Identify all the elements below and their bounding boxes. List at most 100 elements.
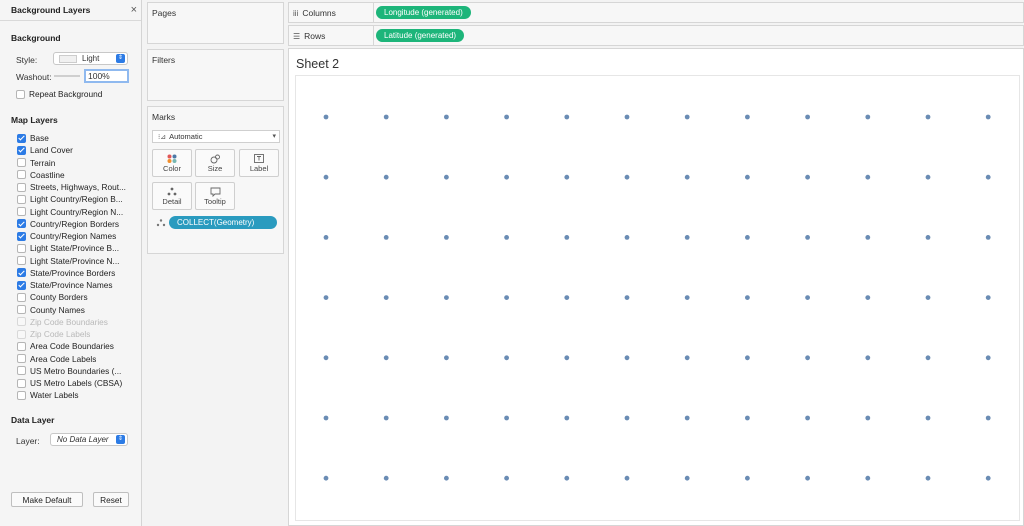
- map-point[interactable]: [564, 295, 570, 300]
- map-point[interactable]: [684, 475, 690, 481]
- map-point[interactable]: [985, 355, 991, 361]
- map-point[interactable]: [805, 415, 810, 421]
- map-point[interactable]: [745, 475, 750, 481]
- map-layer-checkbox[interactable]: Area Code Labels: [17, 353, 139, 365]
- map-point[interactable]: [564, 415, 570, 421]
- map-point[interactable]: [564, 475, 570, 481]
- map-point[interactable]: [684, 114, 690, 120]
- map-point[interactable]: [624, 295, 630, 300]
- longitude-pill[interactable]: Longitude (generated): [376, 6, 471, 19]
- map-layer-checkbox[interactable]: Terrain: [17, 157, 139, 169]
- map-point[interactable]: [383, 295, 389, 300]
- map-point[interactable]: [323, 415, 329, 421]
- map-layer-checkbox[interactable]: County Names: [17, 304, 139, 316]
- mark-type-dropdown[interactable]: ⁝⊿ Automatic ▾: [152, 130, 280, 143]
- collect-geometry-pill[interactable]: COLLECT(Geometry): [169, 216, 277, 229]
- map-point[interactable]: [805, 295, 810, 300]
- map-layer-checkbox[interactable]: State/Province Names: [17, 279, 139, 291]
- rows-shelf[interactable]: ☰ Rows Latitude (generated): [288, 25, 1024, 46]
- map-layer-checkbox[interactable]: Light Country/Region B...: [17, 193, 139, 205]
- map-layer-checkbox[interactable]: County Borders: [17, 291, 139, 303]
- map-point[interactable]: [745, 235, 750, 240]
- map-point[interactable]: [925, 415, 931, 421]
- map-point[interactable]: [805, 355, 810, 361]
- map-point[interactable]: [985, 114, 991, 120]
- map-point[interactable]: [444, 415, 449, 421]
- map-point[interactable]: [624, 415, 630, 421]
- repeat-background-checkbox[interactable]: Repeat Background: [16, 88, 138, 100]
- map-layer-checkbox[interactable]: Base: [17, 132, 139, 144]
- map-point[interactable]: [624, 174, 630, 180]
- map-point[interactable]: [624, 475, 630, 481]
- map-point[interactable]: [624, 355, 630, 361]
- map-point[interactable]: [323, 114, 329, 120]
- map-point[interactable]: [745, 174, 750, 180]
- close-icon[interactable]: ×: [131, 4, 137, 16]
- map-point[interactable]: [805, 114, 810, 120]
- map-point[interactable]: [805, 174, 810, 180]
- map-point[interactable]: [564, 114, 570, 120]
- map-point[interactable]: [925, 114, 931, 120]
- tooltip-tile[interactable]: Tooltip: [195, 182, 235, 210]
- map-point[interactable]: [985, 415, 991, 421]
- map-point[interactable]: [323, 295, 329, 300]
- map-point[interactable]: [985, 295, 991, 300]
- map-point[interactable]: [323, 475, 329, 481]
- map-point[interactable]: [805, 235, 810, 240]
- map-point[interactable]: [383, 355, 389, 361]
- map-point[interactable]: [504, 114, 509, 120]
- map-layer-checkbox[interactable]: Coastline: [17, 169, 139, 181]
- pages-card[interactable]: Pages: [147, 2, 284, 44]
- map-point[interactable]: [684, 415, 690, 421]
- map-layer-checkbox[interactable]: Light State/Province B...: [17, 242, 139, 254]
- map-point[interactable]: [745, 295, 750, 300]
- map-point[interactable]: [383, 174, 389, 180]
- map-point[interactable]: [745, 415, 750, 421]
- map-point[interactable]: [564, 355, 570, 361]
- map-point[interactable]: [504, 355, 509, 361]
- map-point[interactable]: [745, 114, 750, 120]
- map-layer-checkbox[interactable]: Light State/Province N...: [17, 255, 139, 267]
- map-view[interactable]: [295, 75, 1020, 521]
- washout-slider[interactable]: [54, 75, 80, 77]
- reset-button[interactable]: Reset: [93, 492, 129, 507]
- map-point[interactable]: [444, 475, 449, 481]
- map-point[interactable]: [745, 355, 750, 361]
- map-point[interactable]: [323, 235, 329, 240]
- map-point[interactable]: [624, 114, 630, 120]
- map-point[interactable]: [865, 475, 871, 481]
- filters-card[interactable]: Filters: [147, 49, 284, 101]
- map-point[interactable]: [383, 114, 389, 120]
- columns-shelf[interactable]: iii Columns Longitude (generated): [288, 2, 1024, 23]
- map-layer-checkbox[interactable]: State/Province Borders: [17, 267, 139, 279]
- map-layer-checkbox[interactable]: Land Cover: [17, 144, 139, 156]
- map-point[interactable]: [925, 174, 931, 180]
- map-point[interactable]: [444, 295, 449, 300]
- map-point[interactable]: [865, 114, 871, 120]
- map-layer-checkbox[interactable]: Area Code Boundaries: [17, 340, 139, 352]
- map-point[interactable]: [865, 415, 871, 421]
- map-layer-checkbox[interactable]: Country/Region Borders: [17, 218, 139, 230]
- detail-tile[interactable]: Detail: [152, 182, 192, 210]
- map-point[interactable]: [383, 235, 389, 240]
- map-point[interactable]: [684, 355, 690, 361]
- map-point[interactable]: [805, 475, 810, 481]
- map-point[interactable]: [985, 235, 991, 240]
- map-point[interactable]: [985, 475, 991, 481]
- data-layer-select[interactable]: No Data Layer ⇕: [50, 433, 128, 446]
- map-point[interactable]: [925, 475, 931, 481]
- map-point[interactable]: [985, 174, 991, 180]
- map-point[interactable]: [504, 174, 509, 180]
- map-layer-checkbox[interactable]: Country/Region Names: [17, 230, 139, 242]
- map-point[interactable]: [624, 235, 630, 240]
- map-point[interactable]: [925, 235, 931, 240]
- washout-input[interactable]: 100%: [84, 69, 129, 83]
- map-point[interactable]: [444, 355, 449, 361]
- map-layer-checkbox[interactable]: Streets, Highways, Rout...: [17, 181, 139, 193]
- map-point[interactable]: [865, 235, 871, 240]
- map-point[interactable]: [564, 174, 570, 180]
- map-point[interactable]: [504, 415, 509, 421]
- color-tile[interactable]: Color: [152, 149, 192, 177]
- map-point[interactable]: [684, 174, 690, 180]
- map-layer-checkbox[interactable]: Water Labels: [17, 389, 139, 401]
